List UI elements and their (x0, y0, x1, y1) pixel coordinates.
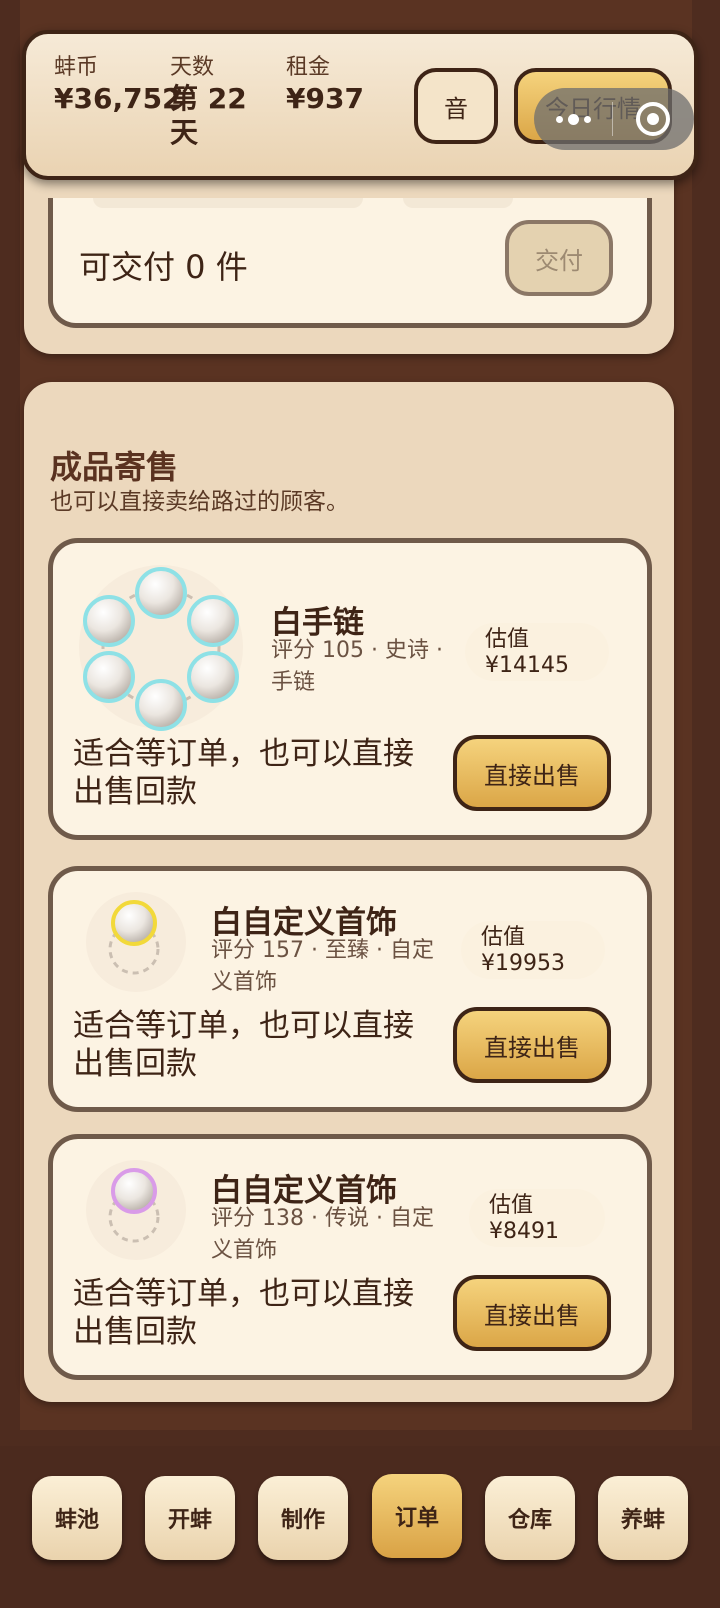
tab-pool[interactable]: 蚌池 (32, 1476, 122, 1560)
product-description: 适合等订单，也可以直接出售回款 (73, 1276, 414, 1350)
product-meta: 评分 138 · 传说 · 自定义首饰 (211, 1206, 434, 1263)
consignment-panel: 成品寄售 也可以直接卖给路过的顾客。 白手链 评分 105 · 史诗 · 手链 (24, 382, 674, 1402)
deliver-button[interactable]: 交付 (505, 220, 613, 296)
tab-craft[interactable]: 制作 (258, 1476, 348, 1560)
day-value: 第 22 天 (170, 82, 247, 149)
custom-jewelry-icon (86, 1160, 186, 1260)
miniprogram-capsule (534, 88, 694, 150)
value-amount: ¥8491 (489, 1219, 559, 1244)
tab-farm[interactable]: 养蚌 (598, 1476, 688, 1560)
deliverable-count: 可交付 0 件 (79, 248, 248, 286)
value-label: 估值 (481, 925, 526, 950)
coin-label: 蚌币 (54, 55, 99, 80)
sell-now-button[interactable]: 直接出售 (453, 1275, 611, 1351)
rent-stat: 租金 ¥937 (286, 54, 364, 116)
more-icon[interactable] (534, 113, 612, 125)
app-page: 可交付 0 件 交付 蚌币 ¥36,752 天数 第 22 天 租金 ¥937 … (0, 0, 720, 1608)
delivery-panel: 可交付 0 件 交付 (24, 150, 674, 354)
sell-now-button[interactable]: 直接出售 (453, 1007, 611, 1083)
estimated-value-badge: 估值 ¥8491 (469, 1189, 605, 1247)
estimated-value-badge: 估值 ¥19953 (461, 921, 605, 979)
pearl-bead-icon (135, 567, 187, 619)
section-subtitle: 也可以直接卖给路过的顾客。 (50, 489, 349, 515)
product-card: 白自定义首饰 评分 138 · 传说 · 自定义首饰 估值 ¥8491 适合等订… (48, 1134, 652, 1380)
value-label: 估值 (489, 1193, 534, 1218)
estimated-value-badge: 估值 ¥14145 (465, 623, 609, 681)
rent-value: ¥937 (286, 82, 364, 115)
pearl-bead-icon (135, 679, 187, 731)
pearl-bead-icon (187, 651, 239, 703)
product-description: 适合等订单，也可以直接出售回款 (73, 736, 414, 810)
day-stat: 天数 第 22 天 (170, 54, 270, 150)
close-miniprogram-button[interactable] (613, 102, 693, 136)
pearl-bead-icon (187, 595, 239, 647)
product-card: 白自定义首饰 评分 157 · 至臻 · 自定义首饰 估值 ¥19953 适合等… (48, 866, 652, 1112)
value-amount: ¥14145 (485, 653, 569, 678)
bottom-tab-bar: 蚌池 开蚌 制作 订单 仓库 养蚌 (0, 1446, 720, 1608)
value-label: 估值 (485, 627, 530, 652)
scrolled-content-edge (93, 198, 363, 208)
coin-value: ¥36,752 (54, 82, 182, 115)
product-meta: 评分 105 · 史诗 · 手链 (271, 638, 443, 695)
scrolled-content-edge (403, 198, 513, 208)
pearl-bead-icon (83, 651, 135, 703)
tab-open[interactable]: 开蚌 (145, 1476, 235, 1560)
pearl-bead-icon (83, 595, 135, 647)
target-icon (636, 102, 670, 136)
product-card: 白手链 评分 105 · 史诗 · 手链 估值 ¥14145 适合等订单，也可以… (48, 538, 652, 840)
delivery-card: 可交付 0 件 交付 (48, 198, 652, 328)
sell-now-button[interactable]: 直接出售 (453, 735, 611, 811)
value-amount: ¥19953 (481, 951, 565, 976)
rent-label: 租金 (286, 55, 331, 80)
bracelet-icon (79, 565, 243, 731)
day-label: 天数 (170, 55, 215, 80)
tab-orders[interactable]: 订单 (372, 1474, 462, 1558)
sound-button[interactable]: 音 (414, 68, 498, 144)
custom-jewelry-icon (86, 892, 186, 992)
coin-stat: 蚌币 ¥36,752 (54, 54, 182, 116)
tab-warehouse[interactable]: 仓库 (485, 1476, 575, 1560)
product-description: 适合等订单，也可以直接出售回款 (73, 1008, 414, 1082)
product-meta: 评分 157 · 至臻 · 自定义首饰 (211, 938, 434, 995)
